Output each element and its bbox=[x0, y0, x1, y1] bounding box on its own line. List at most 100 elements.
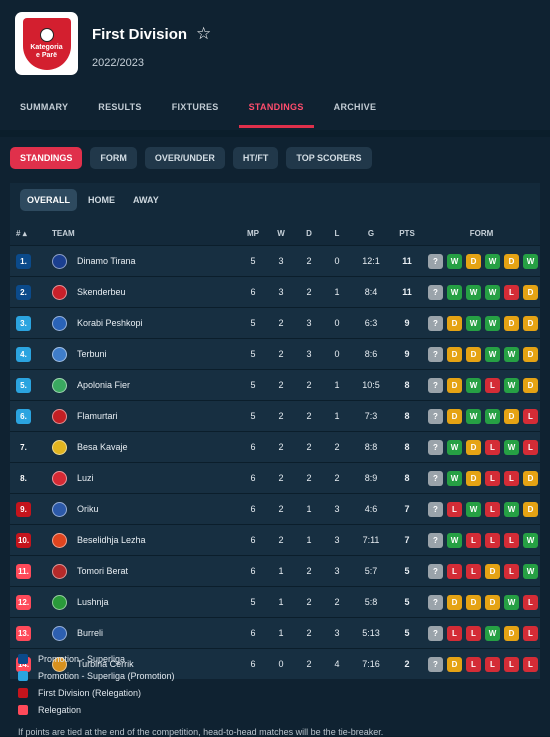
pill-over-under[interactable]: OVER/UNDER bbox=[144, 147, 225, 169]
form-result[interactable]: W bbox=[485, 346, 500, 362]
col-g-header[interactable]: G bbox=[351, 221, 391, 246]
pill-standings[interactable]: STANDINGS bbox=[10, 147, 83, 169]
team-cell[interactable]: Dinamo Tirana bbox=[51, 245, 239, 277]
team-cell[interactable]: Luzi bbox=[51, 462, 239, 494]
form-result[interactable]: W bbox=[466, 501, 481, 517]
form-result[interactable]: W bbox=[447, 284, 462, 300]
pill-ht-ft[interactable]: HT/FT bbox=[232, 147, 279, 169]
form-result[interactable]: D bbox=[447, 656, 462, 672]
form-result[interactable]: W bbox=[485, 315, 500, 331]
tab-results[interactable]: RESULTS bbox=[88, 92, 151, 128]
team-name[interactable]: Tomori Berat bbox=[77, 566, 128, 576]
form-result[interactable]: W bbox=[485, 625, 500, 641]
form-result[interactable]: L bbox=[504, 563, 519, 579]
table-row[interactable]: 1. Dinamo Tirana 5 3 2 0 12:1 11? W D W D W bbox=[10, 245, 540, 277]
team-cell[interactable]: Tomori Berat bbox=[51, 555, 239, 587]
form-result[interactable]: D bbox=[466, 594, 481, 610]
form-result[interactable]: D bbox=[504, 315, 519, 331]
form-result[interactable]: L bbox=[485, 656, 500, 672]
team-name[interactable]: Skenderbeu bbox=[77, 287, 126, 297]
table-row[interactable]: 6. Flamurtari 5 2 2 1 7:3 8? D W W D L bbox=[10, 400, 540, 432]
form-result[interactable]: L bbox=[485, 501, 500, 517]
form-result[interactable]: D bbox=[523, 346, 538, 362]
form-result[interactable]: W bbox=[447, 532, 462, 548]
col-w-header[interactable]: W bbox=[267, 221, 295, 246]
form-next-match[interactable]: ? bbox=[428, 625, 443, 641]
form-result[interactable]: D bbox=[466, 439, 481, 455]
form-next-match[interactable]: ? bbox=[428, 253, 443, 269]
pill-top-scorers[interactable]: TOP SCORERS bbox=[286, 147, 372, 169]
form-result[interactable]: W bbox=[523, 563, 538, 579]
col-l-header[interactable]: L bbox=[323, 221, 351, 246]
team-cell[interactable]: Beselidhja Lezha bbox=[51, 524, 239, 556]
table-row[interactable]: 9. Oriku 6 2 1 3 4:6 7? L W L W D bbox=[10, 493, 540, 525]
form-result[interactable]: W bbox=[504, 346, 519, 362]
team-cell[interactable]: Apolonia Fier bbox=[51, 369, 239, 401]
team-cell[interactable]: Flamurtari bbox=[51, 400, 239, 432]
form-next-match[interactable]: ? bbox=[428, 408, 443, 424]
table-row[interactable]: 12. Lushnja 5 1 2 2 5:8 5? D D D W L bbox=[10, 586, 540, 618]
form-result[interactable]: L bbox=[485, 470, 500, 486]
form-result[interactable]: D bbox=[504, 408, 519, 424]
form-next-match[interactable]: ? bbox=[428, 501, 443, 517]
pill-form[interactable]: FORM bbox=[90, 147, 137, 169]
table-row[interactable]: 8. Luzi 6 2 2 2 8:9 8? W D L L D bbox=[10, 462, 540, 494]
form-result[interactable]: W bbox=[504, 501, 519, 517]
form-result[interactable]: W bbox=[504, 594, 519, 610]
form-result[interactable]: D bbox=[447, 594, 462, 610]
form-result[interactable]: W bbox=[485, 253, 500, 269]
tab-standings[interactable]: STANDINGS bbox=[238, 92, 314, 128]
table-row[interactable]: 13. Burreli 6 1 2 3 5:13 5? L L W D L bbox=[10, 617, 540, 649]
form-result[interactable]: D bbox=[466, 470, 481, 486]
team-name[interactable]: Korabi Peshkopi bbox=[77, 318, 143, 328]
table-row[interactable]: 7. Besa Kavaje 6 2 2 2 8:8 8? W D L W L bbox=[10, 431, 540, 463]
table-row[interactable]: 3. Korabi Peshkopi 5 2 3 0 6:3 9? D W W D D bbox=[10, 307, 540, 339]
favorite-star-icon[interactable]: ☆ bbox=[196, 24, 211, 44]
form-result[interactable]: D bbox=[466, 253, 481, 269]
table-row[interactable]: 2. Skenderbeu 6 3 2 1 8:4 11? W W W L D bbox=[10, 276, 540, 308]
team-cell[interactable]: Skenderbeu bbox=[51, 276, 239, 308]
form-result[interactable]: L bbox=[466, 563, 481, 579]
subtab-away[interactable]: AWAY bbox=[126, 189, 166, 211]
form-result[interactable]: W bbox=[485, 408, 500, 424]
subtab-overall[interactable]: OVERALL bbox=[20, 189, 78, 211]
form-result[interactable]: D bbox=[485, 594, 500, 610]
form-next-match[interactable]: ? bbox=[428, 563, 443, 579]
team-cell[interactable]: Burreli bbox=[51, 617, 239, 649]
table-row[interactable]: 4. Terbuni 5 2 3 0 8:6 9? D D W W D bbox=[10, 338, 540, 370]
form-result[interactable]: W bbox=[504, 377, 519, 393]
form-result[interactable]: D bbox=[504, 253, 519, 269]
form-result[interactable]: W bbox=[447, 439, 462, 455]
form-result[interactable]: W bbox=[466, 408, 481, 424]
form-next-match[interactable]: ? bbox=[428, 284, 443, 300]
team-name[interactable]: Flamurtari bbox=[77, 411, 118, 421]
table-row[interactable]: 10. Beselidhja Lezha 6 2 1 3 7:11 7? W L L L W bbox=[10, 524, 540, 556]
form-next-match[interactable]: ? bbox=[428, 439, 443, 455]
team-name[interactable]: Luzi bbox=[77, 473, 94, 483]
form-result[interactable]: D bbox=[523, 501, 538, 517]
form-result[interactable]: L bbox=[504, 284, 519, 300]
form-result[interactable]: L bbox=[523, 625, 538, 641]
team-cell[interactable]: Besa Kavaje bbox=[51, 431, 239, 463]
form-result[interactable]: L bbox=[466, 656, 481, 672]
team-name[interactable]: Apolonia Fier bbox=[77, 380, 130, 390]
team-cell[interactable]: Lushnja bbox=[51, 586, 239, 618]
form-result[interactable]: D bbox=[447, 315, 462, 331]
form-next-match[interactable]: ? bbox=[428, 656, 443, 672]
team-name[interactable]: Terbuni bbox=[77, 349, 107, 359]
form-result[interactable]: D bbox=[447, 408, 462, 424]
form-result[interactable]: D bbox=[447, 346, 462, 362]
form-result[interactable]: L bbox=[523, 408, 538, 424]
table-row[interactable]: 5. Apolonia Fier 5 2 2 1 10:5 8? D W L W D bbox=[10, 369, 540, 401]
form-result[interactable]: L bbox=[504, 532, 519, 548]
form-result[interactable]: W bbox=[523, 532, 538, 548]
team-cell[interactable]: Terbuni bbox=[51, 338, 239, 370]
col-rank-header[interactable]: # ▴ bbox=[10, 221, 51, 246]
tab-summary[interactable]: SUMMARY bbox=[10, 92, 78, 128]
team-name[interactable]: Burreli bbox=[77, 628, 103, 638]
col-pts-header[interactable]: PTS bbox=[391, 221, 423, 246]
form-next-match[interactable]: ? bbox=[428, 532, 443, 548]
form-result[interactable]: W bbox=[485, 284, 500, 300]
form-next-match[interactable]: ? bbox=[428, 315, 443, 331]
form-result[interactable]: W bbox=[504, 439, 519, 455]
